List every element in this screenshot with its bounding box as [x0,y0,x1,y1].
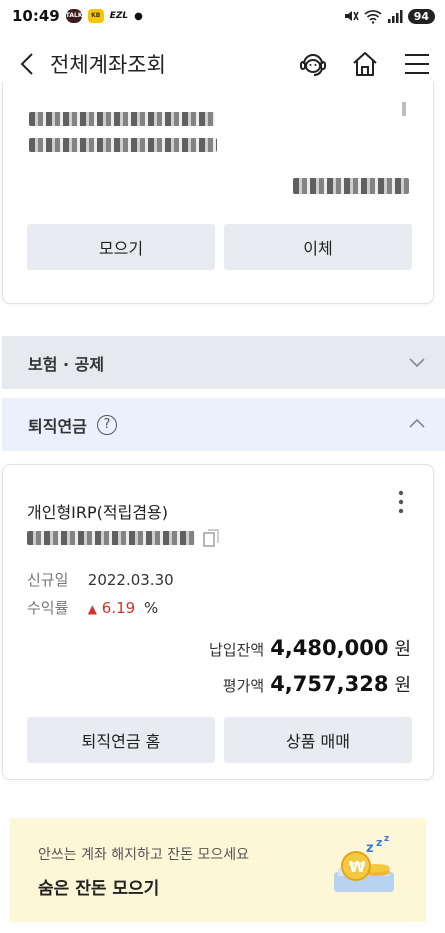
copy-icon[interactable] [203,529,219,547]
collect-button[interactable]: 모으기 [27,224,215,270]
more-notifications-dot-icon: ● [134,10,143,22]
menu-button[interactable] [401,48,433,80]
status-time: 10:49 [12,7,60,25]
more-options-icon[interactable] [401,96,407,118]
yield-up-arrow-icon: ▲ [87,602,98,616]
product-trade-button[interactable]: 상품 매매 [224,717,412,763]
section-insurance[interactable]: 보험 · 공제 [2,336,445,389]
page-title: 전체계좌조회 [50,53,166,77]
mute-icon [344,11,359,21]
chatbot-headset-icon [300,54,326,76]
section-pension[interactable]: 퇴직연금 ? [2,398,445,451]
promo-subtitle: 안쓰는 계좌 해지하고 잔돈 모으세요 [38,847,249,863]
section-pension-label: 퇴직연금 [28,416,87,436]
yield-value: 6.19 [101,599,136,617]
home-icon [353,52,377,76]
more-options-icon[interactable] [391,489,411,515]
back-arrow-icon [20,53,33,75]
yield-unit: % [143,599,159,617]
masked-account-number [29,138,217,152]
account-name: 개인형IRP(적립겸용) [27,503,169,522]
eval-amount-unit: 원 [394,675,411,696]
chevron-down-icon [409,358,425,368]
paid-balance-label: 납입잔액 [208,641,265,659]
coin-savings-icon: z z z ₩ [334,834,394,892]
eval-amount-value: 4,757,328 [270,672,389,696]
transfer-button[interactable]: 이체 [224,224,412,270]
chevron-up-icon [409,418,425,428]
eval-amount-row: 평가액 4,757,328 원 [223,671,411,697]
svg-text:z: z [366,841,374,856]
hamburger-menu-icon [405,54,429,74]
ezl-notification-icon: EZL [109,11,129,21]
open-date-label: 신규일 [27,571,69,589]
open-date-value: 2022.03.30 [87,571,174,589]
svg-text:z: z [376,836,382,849]
masked-balance [293,178,409,194]
paid-balance-unit: 원 [394,639,411,660]
section-insurance-label: 보험 · 공제 [28,354,105,374]
signal-icon [387,10,403,23]
masked-account-number [27,531,195,545]
battery-indicator: 94 [407,8,435,24]
promo-title: 숨은 잔돈 모으기 [38,879,160,899]
status-bar: 10:49 TALK KB EZL ● 94 [0,0,445,32]
home-button[interactable] [349,48,381,80]
account-card: 모으기 이체 [2,82,434,304]
irp-account-card: 개인형IRP(적립겸용) 신규일 2022.03.30 수익률 ▲ 6.19 %… [2,464,434,780]
yield-label: 수익률 [27,599,69,617]
pension-home-button[interactable]: 퇴직연금 홈 [27,717,215,763]
masked-account-name [29,112,215,126]
yield-row: 수익률 ▲ 6.19 % [27,597,158,618]
paid-balance-value: 4,480,000 [270,636,389,660]
open-date-row: 신규일 2022.03.30 [27,569,174,590]
eval-amount-label: 평가액 [222,677,265,695]
promo-banner[interactable]: 안쓰는 계좌 해지하고 잔돈 모으세요 숨은 잔돈 모으기 z z z ₩ [10,818,426,922]
svg-text:₩: ₩ [349,858,366,876]
back-button[interactable] [12,49,42,79]
paid-balance-row: 납입잔액 4,480,000 원 [209,635,411,661]
kakaotalk-notification-icon: TALK [65,9,83,23]
chatbot-button[interactable] [297,48,329,80]
help-icon[interactable]: ? [96,414,117,435]
svg-text:z: z [384,834,389,844]
wifi-icon [364,10,382,24]
kb-notification-icon: KB [87,9,104,23]
